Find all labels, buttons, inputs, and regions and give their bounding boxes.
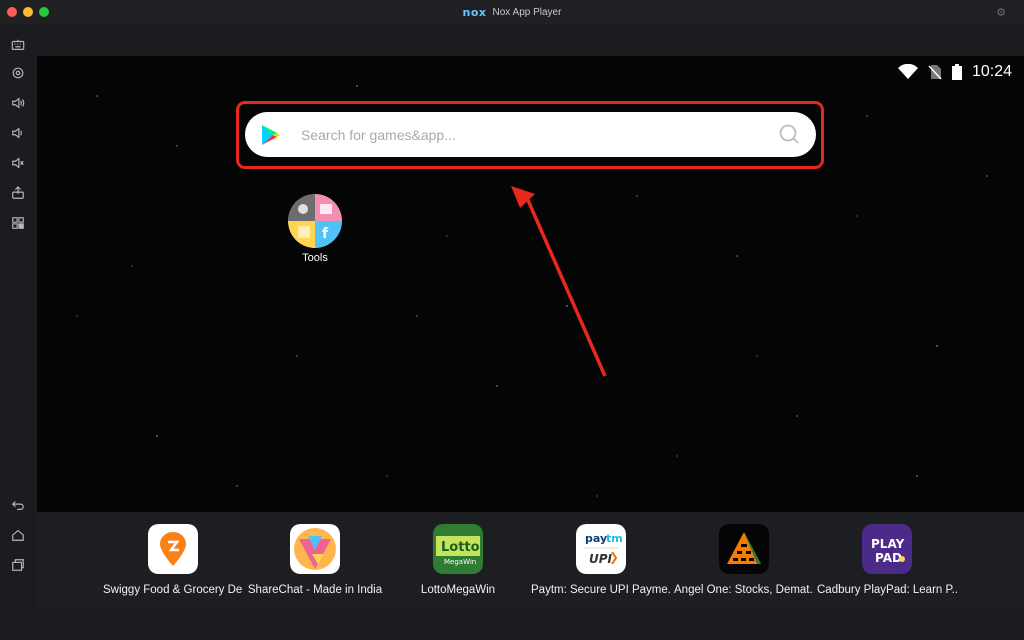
dock-app-cadbury-playpad[interactable]: PLAY PAD Cadbury PlayPad: Learn P... (817, 524, 957, 596)
svg-text:tm: tm (606, 532, 623, 545)
paytm-icon: pay tm UPI (576, 524, 626, 574)
recent-apps-icon[interactable] (9, 556, 27, 574)
dock-app-swiggy[interactable]: Swiggy Food & Grocery De... (103, 524, 243, 596)
maximize-window-button[interactable] (39, 7, 49, 17)
android-home-screen[interactable]: 10:24 f Tools (37, 56, 1024, 610)
dock-app-label: Cadbury PlayPad: Learn P... (817, 584, 957, 596)
location-icon[interactable] (9, 64, 27, 82)
settings-gear-icon[interactable]: ⚙ (996, 6, 1006, 19)
dock-app-angel-one[interactable]: Angel One: Stocks, Demat... (674, 524, 814, 596)
svg-text:PAD: PAD (875, 551, 902, 565)
swiggy-icon (148, 524, 198, 574)
dock-app-label: Swiggy Food & Grocery De... (103, 584, 243, 596)
dock-app-sharechat[interactable]: ShareChat - Made in India (245, 524, 385, 596)
back-icon[interactable] (9, 496, 27, 514)
dock-app-label: Angel One: Stocks, Demat... (674, 584, 814, 596)
desktop-app-tools[interactable]: f Tools (285, 194, 345, 264)
angel-one-icon (719, 524, 769, 574)
sharechat-icon (290, 524, 340, 574)
window-controls (7, 7, 49, 17)
dock-app-paytm[interactable]: pay tm UPI Paytm: Secure UPI Payme... (531, 524, 671, 596)
keyboard-icon[interactable] (9, 36, 27, 54)
close-window-button[interactable] (7, 7, 17, 17)
tools-icon: f (288, 194, 342, 248)
dock-app-lottomegawin[interactable]: Lotto MegaWin LottoMegaWin (388, 524, 528, 596)
svg-text:PLAY: PLAY (871, 537, 905, 551)
minimize-window-button[interactable] (23, 7, 33, 17)
dock-app-label: ShareChat - Made in India (247, 584, 383, 596)
svg-text:f: f (322, 226, 329, 242)
app-dock: Swiggy Food & Grocery De... ShareChat - … (37, 512, 1024, 610)
search-bar[interactable] (245, 112, 816, 157)
no-sim-icon (928, 65, 942, 80)
svg-text:MegaWin: MegaWin (444, 558, 476, 566)
install-apk-icon[interactable] (9, 184, 27, 202)
app-label: Tools (302, 252, 328, 264)
search-icon[interactable] (778, 123, 800, 145)
top-toolbar (0, 24, 1024, 56)
title-bar: nox Nox App Player ⚙ (0, 0, 1024, 24)
status-clock: 10:24 (971, 63, 1012, 80)
home-icon[interactable] (9, 526, 27, 544)
nox-logo: nox (462, 5, 487, 19)
window-title: Nox App Player (492, 6, 562, 18)
google-play-icon (262, 124, 280, 145)
battery-icon (951, 64, 962, 80)
wifi-icon (897, 64, 918, 79)
volume-up-icon[interactable] (9, 94, 27, 112)
dock-app-label: Paytm: Secure UPI Payme... (531, 584, 671, 596)
lotto-icon: Lotto MegaWin (433, 524, 483, 574)
sidebar (0, 24, 36, 640)
svg-text:Lotto: Lotto (441, 540, 480, 555)
cadbury-icon: PLAY PAD (862, 524, 912, 574)
volume-down-icon[interactable] (9, 124, 27, 142)
multi-instance-icon[interactable] (9, 214, 27, 232)
svg-text:pay: pay (585, 532, 607, 545)
search-input[interactable] (299, 125, 763, 144)
svg-text:UPI: UPI (589, 552, 613, 566)
mute-icon[interactable] (9, 154, 27, 172)
dock-app-label: LottoMegaWin (420, 584, 496, 596)
status-bar: 10:24 (897, 62, 1012, 82)
